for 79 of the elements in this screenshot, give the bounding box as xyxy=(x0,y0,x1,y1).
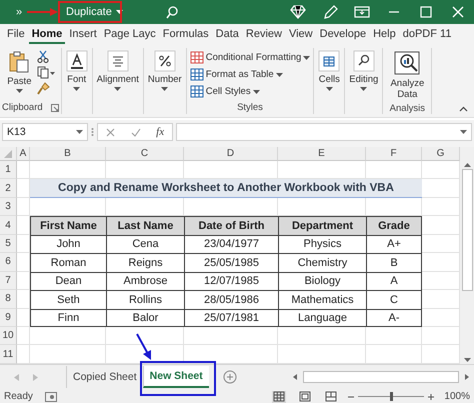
table-cell: Physics xyxy=(278,234,366,254)
zoom-level[interactable]: 100% xyxy=(444,391,470,402)
column-heading: Grade xyxy=(366,216,422,235)
quick-access-button[interactable]: Duplicate xyxy=(63,4,126,20)
column-header[interactable]: B xyxy=(30,147,106,161)
column-header[interactable]: E xyxy=(278,147,366,161)
ribbon-button[interactable]: Editing xyxy=(347,48,380,93)
sheet-title: Copy and Rename Worksheet to Another Workbook with VBA xyxy=(30,179,422,198)
table-cell: A+ xyxy=(366,234,422,254)
row-header[interactable]: 3 xyxy=(0,198,17,216)
column-heading: Date of Birth xyxy=(184,216,278,235)
ribbon-button[interactable]: Cells xyxy=(316,48,342,93)
table-cell: C xyxy=(366,290,422,308)
table-cell: A- xyxy=(366,308,422,327)
ribbon-tab[interactable]: Develope xyxy=(316,26,370,44)
column-heading: First Name xyxy=(30,216,106,235)
table-cell: Balor xyxy=(106,308,184,327)
row-header[interactable]: 11 xyxy=(0,345,17,364)
table-cell: Dean xyxy=(30,272,106,290)
group-label: Styles xyxy=(237,102,263,113)
ribbon-button[interactable]: Format as Table xyxy=(188,67,284,82)
column-header[interactable]: A xyxy=(17,147,30,161)
table-cell: 23/04/1977 xyxy=(184,234,278,254)
table-cell: John xyxy=(30,234,106,254)
ribbon-button[interactable]: Analyze Data xyxy=(385,48,430,102)
table-cell: A xyxy=(366,272,422,290)
row-header[interactable]: 8 xyxy=(0,290,17,308)
ribbon-tab[interactable]: Data xyxy=(212,26,242,44)
row-header[interactable]: 10 xyxy=(0,326,17,346)
overflow-button[interactable]: » xyxy=(16,6,40,18)
ribbon-button[interactable]: Number xyxy=(146,48,184,93)
status-text: Ready xyxy=(4,391,33,402)
table-cell: Cena xyxy=(106,234,184,254)
table-cell: 28/05/1986 xyxy=(184,290,278,308)
table-cell: B xyxy=(366,253,422,272)
table-cell: Mathematics xyxy=(278,290,366,308)
table-cell: Language xyxy=(278,308,366,327)
sheet-tab[interactable]: New Sheet xyxy=(142,366,209,388)
table-cell: 25/07/1981 xyxy=(184,308,278,327)
ribbon-tab[interactable]: Page Layc xyxy=(100,26,159,44)
ribbon-button[interactable]: Font xyxy=(64,48,90,93)
ribbon-button[interactable]: Alignment xyxy=(94,48,141,93)
name-box[interactable]: K13 xyxy=(2,123,88,141)
cell-reference: K13 xyxy=(7,126,26,138)
column-header[interactable]: D xyxy=(184,147,278,161)
insert-function-button[interactable]: fx xyxy=(156,126,164,138)
ribbon-tab[interactable]: File xyxy=(4,26,28,44)
table-cell: Seth xyxy=(30,290,106,308)
row-header[interactable]: 1 xyxy=(0,161,17,180)
ribbon-tab[interactable]: Review xyxy=(242,26,285,44)
table-cell: 25/05/1985 xyxy=(184,253,278,272)
column-heading: Department xyxy=(278,216,366,235)
ribbon-tab[interactable]: Insert xyxy=(66,26,100,44)
ribbon-tab[interactable]: Formulas xyxy=(160,26,212,44)
table-cell: 12/07/1985 xyxy=(184,272,278,290)
column-header[interactable]: F xyxy=(366,147,422,161)
group-label: Clipboard xyxy=(2,102,43,113)
table-cell: Chemistry xyxy=(278,253,366,272)
ribbon-tab[interactable]: View xyxy=(286,26,316,44)
table-cell: Rollins xyxy=(106,290,184,308)
table-cell: Biology xyxy=(278,272,366,290)
ribbon-button[interactable]: Paste xyxy=(5,48,34,95)
ribbon-button[interactable]: Cell Styles xyxy=(188,84,261,99)
group-label: Analysis xyxy=(390,102,426,114)
row-header[interactable]: 4 xyxy=(0,216,17,235)
table-cell: Roman xyxy=(30,253,106,272)
ribbon-tab[interactable]: doPDF 11 xyxy=(400,26,454,44)
table-cell: Ambrose xyxy=(106,272,184,290)
ribbon-button[interactable]: Conditional Formatting xyxy=(188,50,312,65)
table-cell: Finn xyxy=(30,308,106,327)
row-header[interactable]: 7 xyxy=(0,272,17,290)
table-cell: Reigns xyxy=(106,253,184,272)
column-heading: Last Name xyxy=(106,216,184,235)
ribbon-tab[interactable]: Help xyxy=(370,26,399,44)
row-header[interactable]: 9 xyxy=(0,308,17,327)
column-header[interactable]: C xyxy=(106,147,184,161)
row-header[interactable]: 6 xyxy=(0,253,17,272)
row-header[interactable]: 2 xyxy=(0,179,17,198)
row-header[interactable]: 5 xyxy=(0,234,17,254)
